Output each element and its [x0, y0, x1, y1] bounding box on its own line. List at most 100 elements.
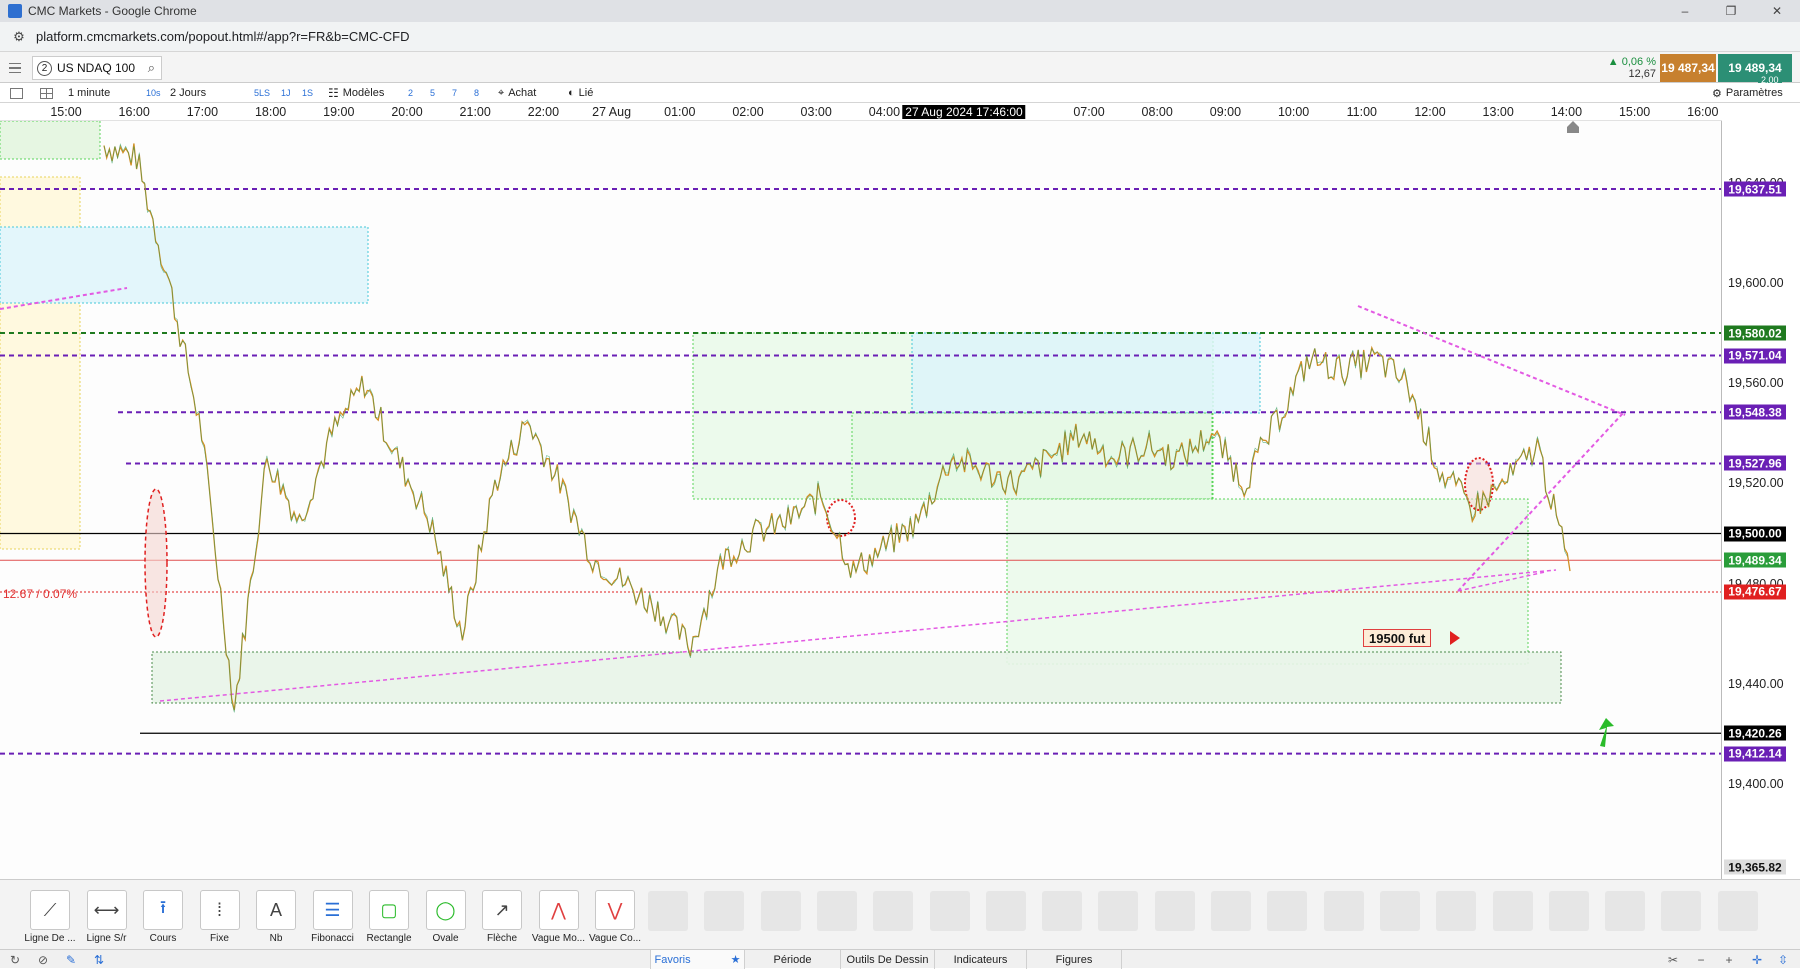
empty-tool-slot[interactable]	[1492, 891, 1533, 931]
zoom-in-icon[interactable]: +	[1720, 951, 1738, 968]
preset-7[interactable]: 7	[452, 83, 457, 103]
empty-tool-slot[interactable]	[1042, 891, 1083, 931]
preset-5[interactable]: 5	[430, 83, 435, 103]
drawing-tool[interactable]: ◯ Ovale	[421, 890, 471, 944]
empty-tool-slot[interactable]	[1379, 891, 1420, 931]
chart-canvas[interactable]	[0, 121, 1722, 879]
trendline-triangle-top[interactable]	[1357, 305, 1626, 416]
tab-favoris[interactable]: Favoris ★	[650, 950, 744, 969]
wave-motive-icon[interactable]: ⋀	[538, 890, 579, 930]
scroll-handle-icon[interactable]	[1567, 121, 1579, 133]
up-arrow-icon[interactable]	[1599, 718, 1614, 747]
tab-outils-de-dessin[interactable]: Outils De Dessin	[840, 950, 934, 969]
tab-figures[interactable]: Figures	[1026, 950, 1122, 969]
layout-single-icon[interactable]	[10, 83, 23, 103]
empty-tool-slot[interactable]	[704, 891, 745, 931]
layout-grid-icon[interactable]	[40, 83, 53, 103]
empty-tool-slot[interactable]	[1098, 891, 1139, 931]
empty-tool-slot[interactable]	[1267, 891, 1308, 931]
refresh-icon[interactable]: ↻	[6, 951, 24, 968]
quick-period-1j[interactable]: 1J	[281, 83, 291, 103]
rectangle-icon[interactable]: ▢	[369, 890, 409, 930]
empty-tool-slot[interactable]	[1548, 891, 1589, 931]
drawing-tool-label: Nb	[269, 933, 283, 944]
fixed-icon[interactable]: ⁞	[199, 890, 240, 930]
preset-2[interactable]: 2	[408, 83, 413, 103]
url-text[interactable]: platform.cmcmarkets.com/popout.html#/app…	[36, 29, 410, 44]
fibonacci-icon[interactable]: ☰	[312, 890, 353, 930]
minimize-button[interactable]: –	[1662, 0, 1708, 22]
instrument-name[interactable]: US NDAQ 100	[57, 61, 135, 75]
drawing-tool[interactable]: ▢ Rectangle	[364, 890, 414, 944]
forbid-icon[interactable]: ⊘	[34, 951, 52, 968]
oval-low-spike[interactable]	[144, 488, 168, 638]
buy-button[interactable]: ⌖ Achat	[498, 83, 536, 103]
interval-select[interactable]: 1 minute	[68, 83, 138, 103]
zone-green-bottom[interactable]	[151, 651, 1562, 704]
drawing-tool[interactable]: ⭱ Cours	[138, 890, 188, 944]
empty-tool-slot[interactable]	[985, 891, 1026, 931]
zone-green-mid-2[interactable]	[851, 412, 1213, 500]
sell-price-button[interactable]: 19 487,34	[1660, 54, 1716, 82]
magnet-icon[interactable]: ⇅	[90, 951, 108, 968]
tab-indicateurs[interactable]: Indicateurs	[934, 950, 1026, 969]
quick-period-5ls[interactable]: 5LS	[254, 83, 270, 103]
tab-periode[interactable]: Période	[744, 950, 840, 969]
drawing-tool[interactable]: A Nb	[251, 890, 301, 944]
trend-line-icon[interactable]: ⟋	[30, 890, 70, 930]
empty-tool-slot[interactable]	[1436, 891, 1477, 931]
models-button[interactable]: ☷ Modèles	[328, 83, 384, 103]
empty-tool-slot[interactable]	[1323, 891, 1364, 931]
empty-tool-slot[interactable]	[1661, 891, 1702, 931]
scissors-icon[interactable]: ✂	[1664, 951, 1682, 968]
time-label: 10:00	[1277, 105, 1310, 119]
quick-period-1s[interactable]: 1S	[302, 83, 313, 103]
empty-tool-slot[interactable]	[1717, 891, 1758, 931]
empty-tool-slot[interactable]	[1605, 891, 1646, 931]
arrow-icon[interactable]: ↗	[482, 890, 522, 930]
empty-tool-slot[interactable]	[816, 891, 857, 931]
zone-cyan-mid[interactable]	[911, 332, 1261, 414]
fit-icon[interactable]: ⇳	[1774, 951, 1792, 968]
drawing-tool[interactable]: ⋁ Vague Co...	[589, 890, 641, 944]
linked-button[interactable]: ◐ Lié	[568, 83, 593, 103]
settings-button[interactable]: ⚙ Paramètres	[1712, 83, 1783, 103]
oval-icon[interactable]: ◯	[425, 890, 466, 930]
instrument-search[interactable]: 2 US NDAQ 100 ⌕	[32, 56, 162, 80]
address-bar[interactable]: ⚙ platform.cmcmarkets.com/popout.html#/a…	[0, 22, 1800, 52]
drawing-tool[interactable]: ⟋ Ligne De ...	[24, 890, 76, 944]
zone-green-right[interactable]	[1006, 498, 1529, 665]
preset-8[interactable]: 8	[474, 83, 479, 103]
empty-tool-slot[interactable]	[760, 891, 801, 931]
buy-price-button[interactable]: 19 489,34 2.00	[1718, 54, 1792, 85]
crosshair-icon[interactable]: ✛	[1748, 951, 1766, 968]
wave-corrective-icon[interactable]: ⋁	[595, 890, 635, 930]
pencil-icon[interactable]: ✎	[62, 951, 80, 968]
sr-line-icon[interactable]: ⟷	[86, 890, 127, 930]
empty-tool-slot[interactable]	[929, 891, 970, 931]
drawing-tool[interactable]: ⋀ Vague Mo...	[532, 890, 585, 944]
text-icon[interactable]: A	[256, 890, 296, 930]
drawing-tool[interactable]: ⁞ Fixe	[195, 890, 245, 944]
empty-tool-slot[interactable]	[1211, 891, 1251, 931]
empty-tool-slot[interactable]	[648, 891, 688, 931]
level-price-tag: 19,527.96	[1724, 455, 1786, 471]
drawing-tool[interactable]: ⟷ Ligne S/r	[82, 890, 132, 944]
drawing-tool[interactable]: ☰ Fibonacci	[308, 890, 358, 944]
drawing-tool[interactable]: ↗ Flèche	[477, 890, 527, 944]
period-select[interactable]: 2 Jours	[170, 83, 250, 103]
close-button[interactable]: ✕	[1754, 0, 1800, 22]
zone-green-top-left[interactable]	[0, 121, 101, 160]
annotation-19500-fut[interactable]: 19500 fut	[1363, 629, 1432, 647]
price-icon[interactable]: ⭱	[143, 890, 183, 930]
zone-cyan-left[interactable]	[0, 226, 369, 304]
menu-icon[interactable]	[4, 58, 26, 78]
site-info-icon[interactable]: ⚙	[10, 28, 28, 46]
search-icon[interactable]: ⌕	[148, 60, 155, 76]
empty-tool-slot[interactable]	[1154, 891, 1195, 931]
interval-10s[interactable]: 10s	[146, 83, 161, 103]
restore-button[interactable]: ❐	[1708, 0, 1754, 22]
price-chart[interactable]: 12.67 / 0.07% 19500 fut	[0, 121, 1722, 879]
zoom-out-icon[interactable]: −	[1692, 951, 1710, 968]
empty-tool-slot[interactable]	[873, 891, 914, 931]
